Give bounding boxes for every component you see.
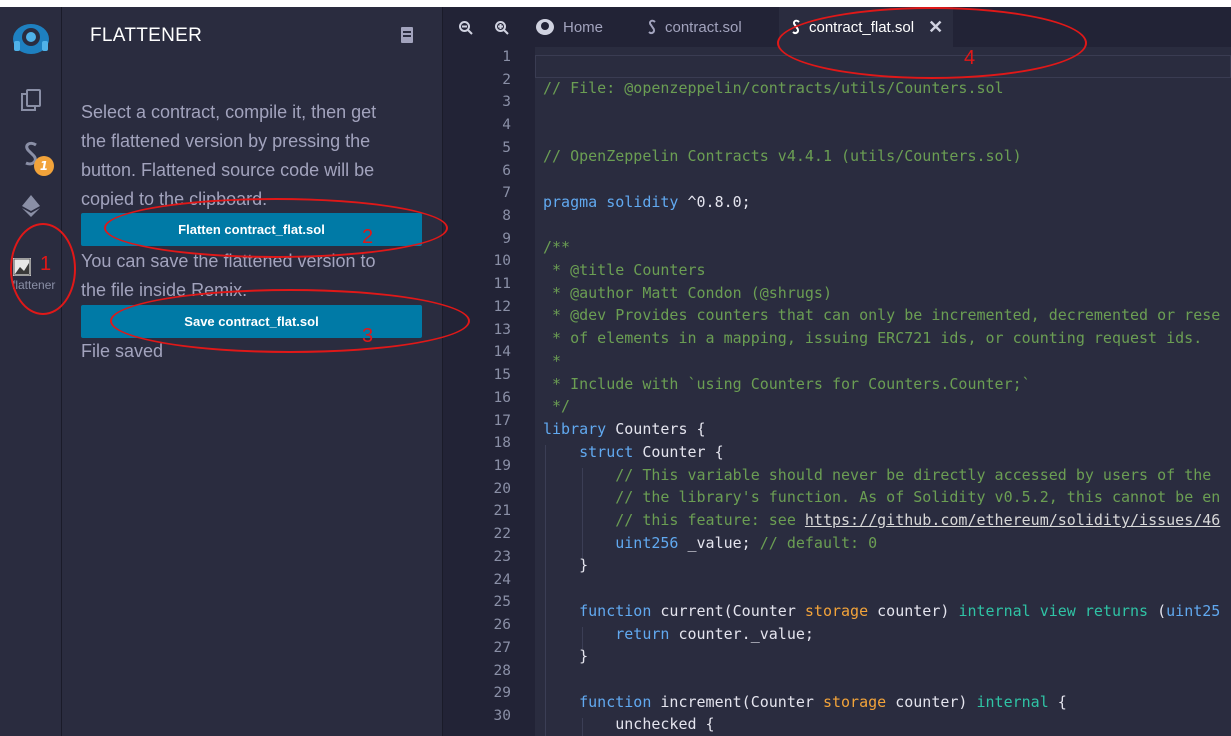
code-line: // OpenZeppelin Contracts v4.4.1 (utils/… (543, 147, 1022, 165)
code-line: uint256 _value; // default: 0 (615, 534, 878, 552)
line-number: 1 (502, 49, 511, 65)
code-line: // File: @openzeppelin/contracts/utils/C… (543, 79, 1004, 97)
tab-label: contract.sol (665, 18, 742, 36)
zoom-in-icon[interactable] (494, 20, 510, 40)
line-number: 17 (493, 413, 511, 429)
zoom-out-icon[interactable] (458, 20, 474, 40)
save-note-line: You can save the flattened version to (81, 251, 376, 271)
deploy-run-icon[interactable] (0, 193, 61, 219)
line-number: 6 (502, 163, 511, 179)
remix-logo-icon[interactable] (0, 21, 61, 57)
line-number: 28 (493, 663, 511, 679)
line-number: 8 (502, 208, 511, 224)
code-line: } (543, 556, 589, 574)
file-explorer-icon[interactable] (0, 87, 61, 113)
annotation-number-2: 2 (362, 226, 374, 248)
remix-ide: 1 flattener FLATTENER Select a contract,… (0, 7, 1231, 736)
line-number: 18 (493, 435, 511, 451)
code-line: // the library's function. As of Solidit… (615, 488, 1221, 506)
solidity-icon (648, 19, 656, 35)
line-number: 3 (502, 94, 511, 110)
code-line: struct Counter { (579, 443, 724, 461)
code-line: /** (543, 238, 571, 256)
code-line: */ (543, 397, 571, 415)
line-number: 23 (493, 549, 511, 565)
tab-label: contract_flat.sol (809, 18, 915, 36)
code-line: * @title Counters (543, 261, 706, 279)
line-number: 29 (493, 685, 511, 701)
annotation-number-3: 3 (362, 325, 374, 347)
description-line: copied to the clipboard. (81, 189, 268, 209)
documentation-icon[interactable] (400, 27, 414, 47)
line-number: 15 (493, 367, 511, 383)
solidity-icon (792, 19, 800, 35)
active-line-highlight (535, 55, 1231, 78)
code-line: // This variable should never be directl… (615, 466, 1212, 484)
line-number: 13 (493, 322, 511, 338)
annotation-number-1: 1 (40, 253, 52, 275)
line-number: 21 (493, 503, 511, 519)
line-number: 2 (502, 72, 511, 88)
code-line: * @author Matt Condon (@shrugs) (543, 284, 832, 302)
tab-home[interactable]: Home (535, 7, 613, 47)
code-line: * Include with `using Counters for Count… (543, 375, 1031, 393)
code-line: function increment(Counter storage count… (579, 693, 1067, 711)
line-number: 12 (493, 299, 511, 315)
line-number: 20 (493, 481, 511, 497)
line-number: 7 (502, 185, 511, 201)
line-number: 19 (493, 458, 511, 474)
plugin-label: flattener (12, 278, 56, 292)
description: Select a contract, compile it, then get … (81, 98, 416, 214)
tab-contract-flat-sol[interactable]: contract_flat.sol ✕ (779, 7, 953, 47)
description-line: button. Flattened source code will be (81, 160, 375, 180)
line-number: 30 (493, 708, 511, 724)
tab-label: Home (563, 18, 604, 36)
line-number: 14 (493, 344, 511, 360)
tab-contract-sol[interactable]: contract.sol (647, 7, 742, 47)
line-number: 10 (493, 253, 511, 269)
notification-badge: 1 (34, 156, 54, 176)
code-line: * @dev Provides counters that can only b… (543, 306, 1221, 324)
line-number: 22 (493, 526, 511, 542)
panel-title: FLATTENER (90, 25, 203, 46)
line-gutter: 1 2 3 4 5 6 7 8 9 10 11 12 13 14 15 16 1… (443, 47, 535, 736)
code-line: function current(Counter storage counter… (579, 602, 1221, 620)
flattener-plugin-icon[interactable] (0, 257, 61, 277)
line-number: 24 (493, 572, 511, 588)
icon-rail: 1 flattener (0, 7, 62, 736)
save-note-line: the file inside Remix. (81, 280, 248, 300)
code-line: return counter._value; (615, 625, 814, 643)
status-text: File saved (81, 341, 164, 361)
line-number: 11 (493, 276, 511, 292)
code-line: pragma solidity ^0.8.0; (543, 193, 751, 211)
save-note: You can save the flattened version to th… (81, 247, 416, 305)
line-number: 27 (493, 640, 511, 656)
code-line: * of elements in a mapping, issuing ERC7… (543, 329, 1203, 347)
line-number: 16 (493, 390, 511, 406)
code-line: library Counters { (543, 420, 706, 438)
flattener-panel: FLATTENER Select a contract, compile it,… (62, 7, 443, 736)
description-line: Select a contract, compile it, then get (81, 102, 377, 122)
code-editor[interactable]: 1 2 3 4 5 6 7 8 9 10 11 12 13 14 15 16 1… (443, 47, 1231, 736)
line-number: 25 (493, 594, 511, 610)
home-icon (536, 19, 554, 35)
line-number: 4 (502, 117, 511, 133)
code-line: unchecked { (543, 715, 715, 733)
code-line: * (543, 352, 562, 370)
code-line: } (543, 647, 589, 665)
line-number: 26 (493, 617, 511, 633)
close-tab-icon[interactable]: ✕ (928, 17, 943, 38)
line-number: 9 (502, 231, 511, 247)
annotation-number-4: 4 (964, 47, 976, 69)
line-number: 5 (502, 140, 511, 156)
code-line: // this feature: see https://github.com/… (615, 511, 1221, 529)
editor-tab-bar: Home contract.sol contract_flat.sol ✕ (443, 7, 1231, 47)
description-line: the flattened version by pressing the (81, 131, 371, 151)
